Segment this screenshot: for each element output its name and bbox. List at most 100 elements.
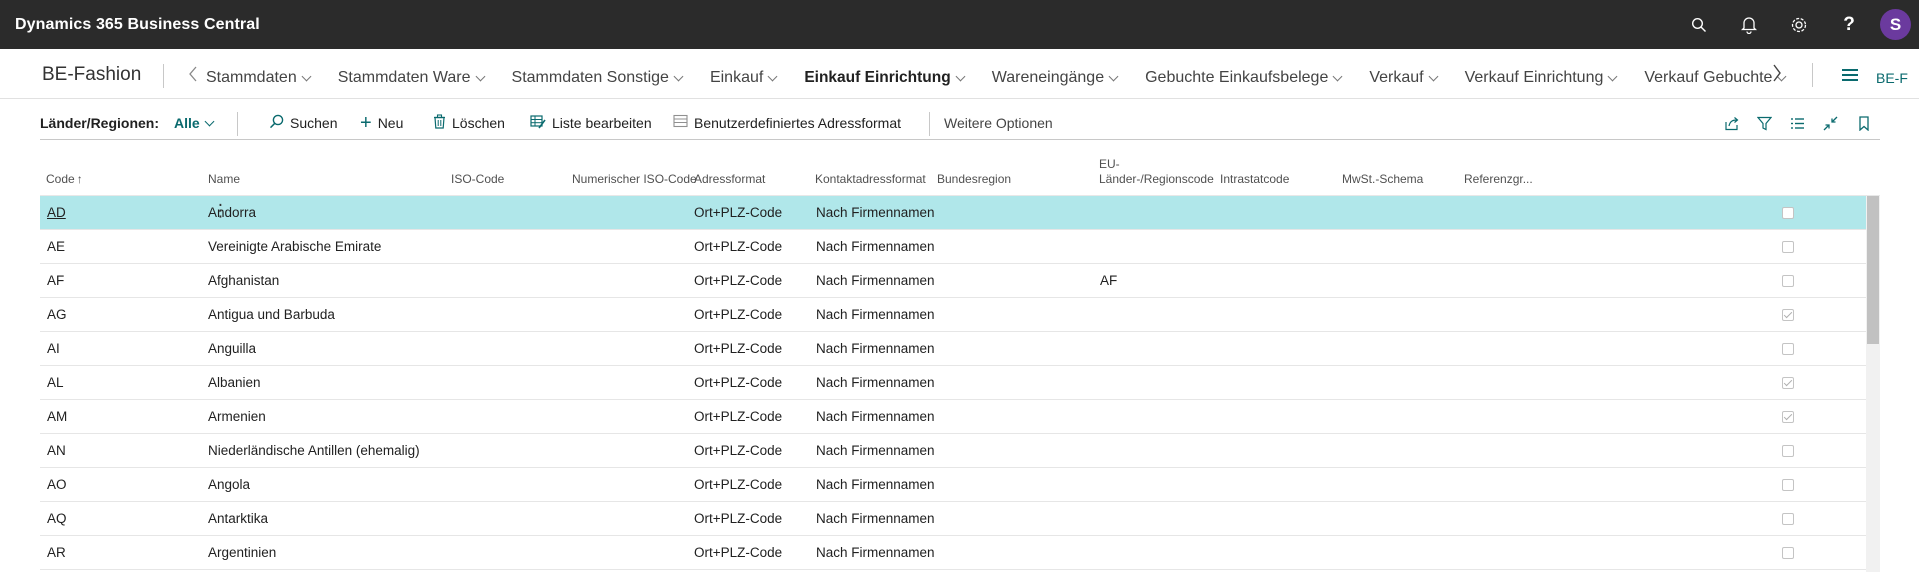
search-button[interactable]: Suchen bbox=[269, 110, 337, 136]
column-header-label: Numerischer ISO-Code bbox=[572, 172, 697, 186]
app-title[interactable]: Dynamics 365 Business Central bbox=[15, 16, 260, 34]
more-options-button[interactable]: Weitere Optionen bbox=[944, 110, 1053, 136]
column-header[interactable]: Kontaktadressformat bbox=[815, 172, 926, 187]
delete-button[interactable]: Löschen bbox=[433, 110, 505, 136]
app-bar-icons: ? S bbox=[1674, 0, 1919, 49]
cell-code[interactable]: AQ bbox=[47, 511, 67, 526]
avatar[interactable]: S bbox=[1880, 9, 1911, 40]
list-view-icon[interactable] bbox=[1781, 110, 1814, 136]
cell-code[interactable]: AN bbox=[47, 443, 66, 458]
nav-item[interactable]: Gebuchte Einkaufsbelege bbox=[1145, 69, 1343, 87]
table-row[interactable]: AQ Antarktika Ort+PLZ-Code Nach Firmennamen bbox=[40, 502, 1880, 536]
row-actions-icon[interactable]: ⋮ bbox=[212, 201, 229, 221]
new-button[interactable]: + Neu bbox=[360, 110, 403, 136]
column-header[interactable]: ISO-Code bbox=[451, 172, 504, 187]
company-code[interactable]: BE-F bbox=[1876, 70, 1908, 86]
column-header[interactable]: Numerischer ISO-Code bbox=[572, 172, 697, 187]
nav-item[interactable]: Verkauf Gebuchte bbox=[1644, 69, 1787, 87]
view-filter-dropdown[interactable]: Alle bbox=[174, 110, 215, 136]
cell-code[interactable]: AR bbox=[47, 545, 66, 560]
table-row[interactable]: AL Albanien Ort+PLZ-Code Nach Firmennamen bbox=[40, 366, 1880, 400]
reference-checkbox[interactable] bbox=[1782, 309, 1794, 321]
page-label: Länder/Regionen: bbox=[40, 110, 159, 136]
reference-checkbox[interactable] bbox=[1782, 479, 1794, 491]
gear-icon[interactable] bbox=[1774, 0, 1824, 49]
table-row[interactable]: AG Antigua und Barbuda Ort+PLZ-Code Nach Fi… bbox=[40, 298, 1880, 332]
cell-contact: Nach Firmennamen bbox=[816, 375, 935, 390]
reference-checkbox[interactable] bbox=[1782, 275, 1794, 287]
nav-item-label: Stammdaten Ware bbox=[337, 69, 471, 86]
nav-prev-icon[interactable] bbox=[188, 65, 198, 88]
action-bar-right-icons bbox=[1715, 110, 1880, 136]
column-header[interactable]: Intrastatcode bbox=[1220, 172, 1289, 187]
reference-checkbox[interactable] bbox=[1782, 411, 1794, 423]
column-header[interactable]: MwSt.-Schema bbox=[1342, 172, 1423, 187]
cell-code[interactable]: AO bbox=[47, 477, 67, 492]
help-icon[interactable]: ? bbox=[1824, 0, 1874, 49]
column-header[interactable]: Bundesregion bbox=[937, 172, 1011, 187]
reference-checkbox[interactable] bbox=[1782, 513, 1794, 525]
reference-checkbox[interactable] bbox=[1782, 445, 1794, 457]
nav-item[interactable]: Einkauf bbox=[710, 69, 778, 87]
role-center-nav: BE-Fashion Stammdaten Stammdaten Ware Stam… bbox=[0, 49, 1919, 99]
cell-addr: Ort+PLZ-Code bbox=[694, 239, 783, 254]
cell-code[interactable]: AE bbox=[47, 239, 65, 254]
scrollbar-thumb[interactable] bbox=[1867, 196, 1879, 344]
table-row[interactable]: AE Vereinigte Arabische Emirate Ort+PLZ-Co… bbox=[40, 230, 1880, 264]
bell-icon[interactable] bbox=[1724, 0, 1774, 49]
plus-icon: + bbox=[360, 111, 372, 134]
cell-code[interactable]: AM bbox=[47, 409, 67, 424]
table-row[interactable]: AM Armenien Ort+PLZ-Code Nach Firmennamen bbox=[40, 400, 1880, 434]
menu-icon[interactable] bbox=[1842, 69, 1858, 81]
cell-contact: Nach Firmennamen bbox=[816, 477, 935, 492]
reference-checkbox[interactable] bbox=[1782, 241, 1794, 253]
edit-list-button-label: Liste bearbeiten bbox=[552, 115, 652, 131]
cell-contact: Nach Firmennamen bbox=[816, 307, 935, 322]
action-bar: Länder/Regionen: Alle Suchen + Neu Lösch… bbox=[40, 106, 1880, 140]
company-name[interactable]: BE-Fashion bbox=[42, 64, 141, 86]
nav-item[interactable]: Stammdaten Sonstige bbox=[512, 69, 684, 87]
nav-item[interactable]: Einkauf Einrichtung bbox=[804, 69, 966, 87]
table-row[interactable]: AD Andorra Ort+PLZ-Code Nach Firmennamen ⋮ bbox=[40, 196, 1880, 230]
table-row[interactable]: AF Afghanistan Ort+PLZ-Code Nach Firmenname… bbox=[40, 264, 1880, 298]
nav-item[interactable]: Wareneingänge bbox=[992, 69, 1119, 87]
column-header[interactable]: Referenzgr... bbox=[1464, 172, 1533, 187]
filter-icon[interactable] bbox=[1748, 110, 1781, 136]
table-row[interactable]: AI Anguilla Ort+PLZ-Code Nach Firmennamen bbox=[40, 332, 1880, 366]
column-header[interactable]: Code ↑ bbox=[46, 172, 83, 187]
nav-item[interactable]: Stammdaten bbox=[206, 69, 312, 87]
cell-code[interactable]: AF bbox=[47, 273, 64, 288]
reference-checkbox[interactable] bbox=[1782, 343, 1794, 355]
nav-item-label: Verkauf bbox=[1369, 69, 1424, 86]
reference-checkbox[interactable] bbox=[1782, 207, 1794, 219]
column-header[interactable]: EU-Länder-/Regionscode bbox=[1099, 157, 1214, 187]
reference-checkbox[interactable] bbox=[1782, 377, 1794, 389]
chevron-down-icon bbox=[1108, 71, 1119, 81]
collapse-icon[interactable] bbox=[1814, 110, 1847, 136]
table-row[interactable]: AR Argentinien Ort+PLZ-Code Nach Firmenname… bbox=[40, 536, 1880, 570]
reference-checkbox[interactable] bbox=[1782, 547, 1794, 559]
cell-contact: Nach Firmennamen bbox=[816, 205, 935, 220]
bookmark-icon[interactable] bbox=[1847, 110, 1880, 136]
cell-code[interactable]: AD bbox=[47, 205, 66, 220]
cell-contact: Nach Firmennamen bbox=[816, 239, 935, 254]
cell-code[interactable]: AL bbox=[47, 375, 64, 390]
table-row[interactable]: AO Angola Ort+PLZ-Code Nach Firmennamen bbox=[40, 468, 1880, 502]
chevron-down-icon bbox=[301, 71, 312, 81]
edit-list-button[interactable]: Liste bearbeiten bbox=[530, 110, 652, 136]
custom-address-format-button[interactable]: Benutzerdefiniertes Adressformat bbox=[673, 110, 901, 136]
nav-item[interactable]: Verkauf bbox=[1369, 69, 1439, 87]
cell-addr: Ort+PLZ-Code bbox=[694, 341, 783, 356]
cell-name: Antigua und Barbuda bbox=[208, 307, 335, 322]
column-header[interactable]: Adressformat bbox=[694, 172, 765, 187]
share-icon[interactable] bbox=[1715, 110, 1748, 136]
nav-item[interactable]: Verkauf Einrichtung bbox=[1465, 69, 1618, 87]
cell-code[interactable]: AG bbox=[47, 307, 67, 322]
cell-code[interactable]: AI bbox=[47, 341, 60, 356]
table-row[interactable]: AN Niederländische Antillen (ehemalig) Ort… bbox=[40, 434, 1880, 468]
cell-name: Albanien bbox=[208, 375, 261, 390]
nav-next-icon[interactable] bbox=[1772, 63, 1782, 89]
column-header[interactable]: Name bbox=[208, 172, 240, 187]
nav-item[interactable]: Stammdaten Ware bbox=[337, 69, 485, 87]
search-icon[interactable] bbox=[1674, 0, 1724, 49]
